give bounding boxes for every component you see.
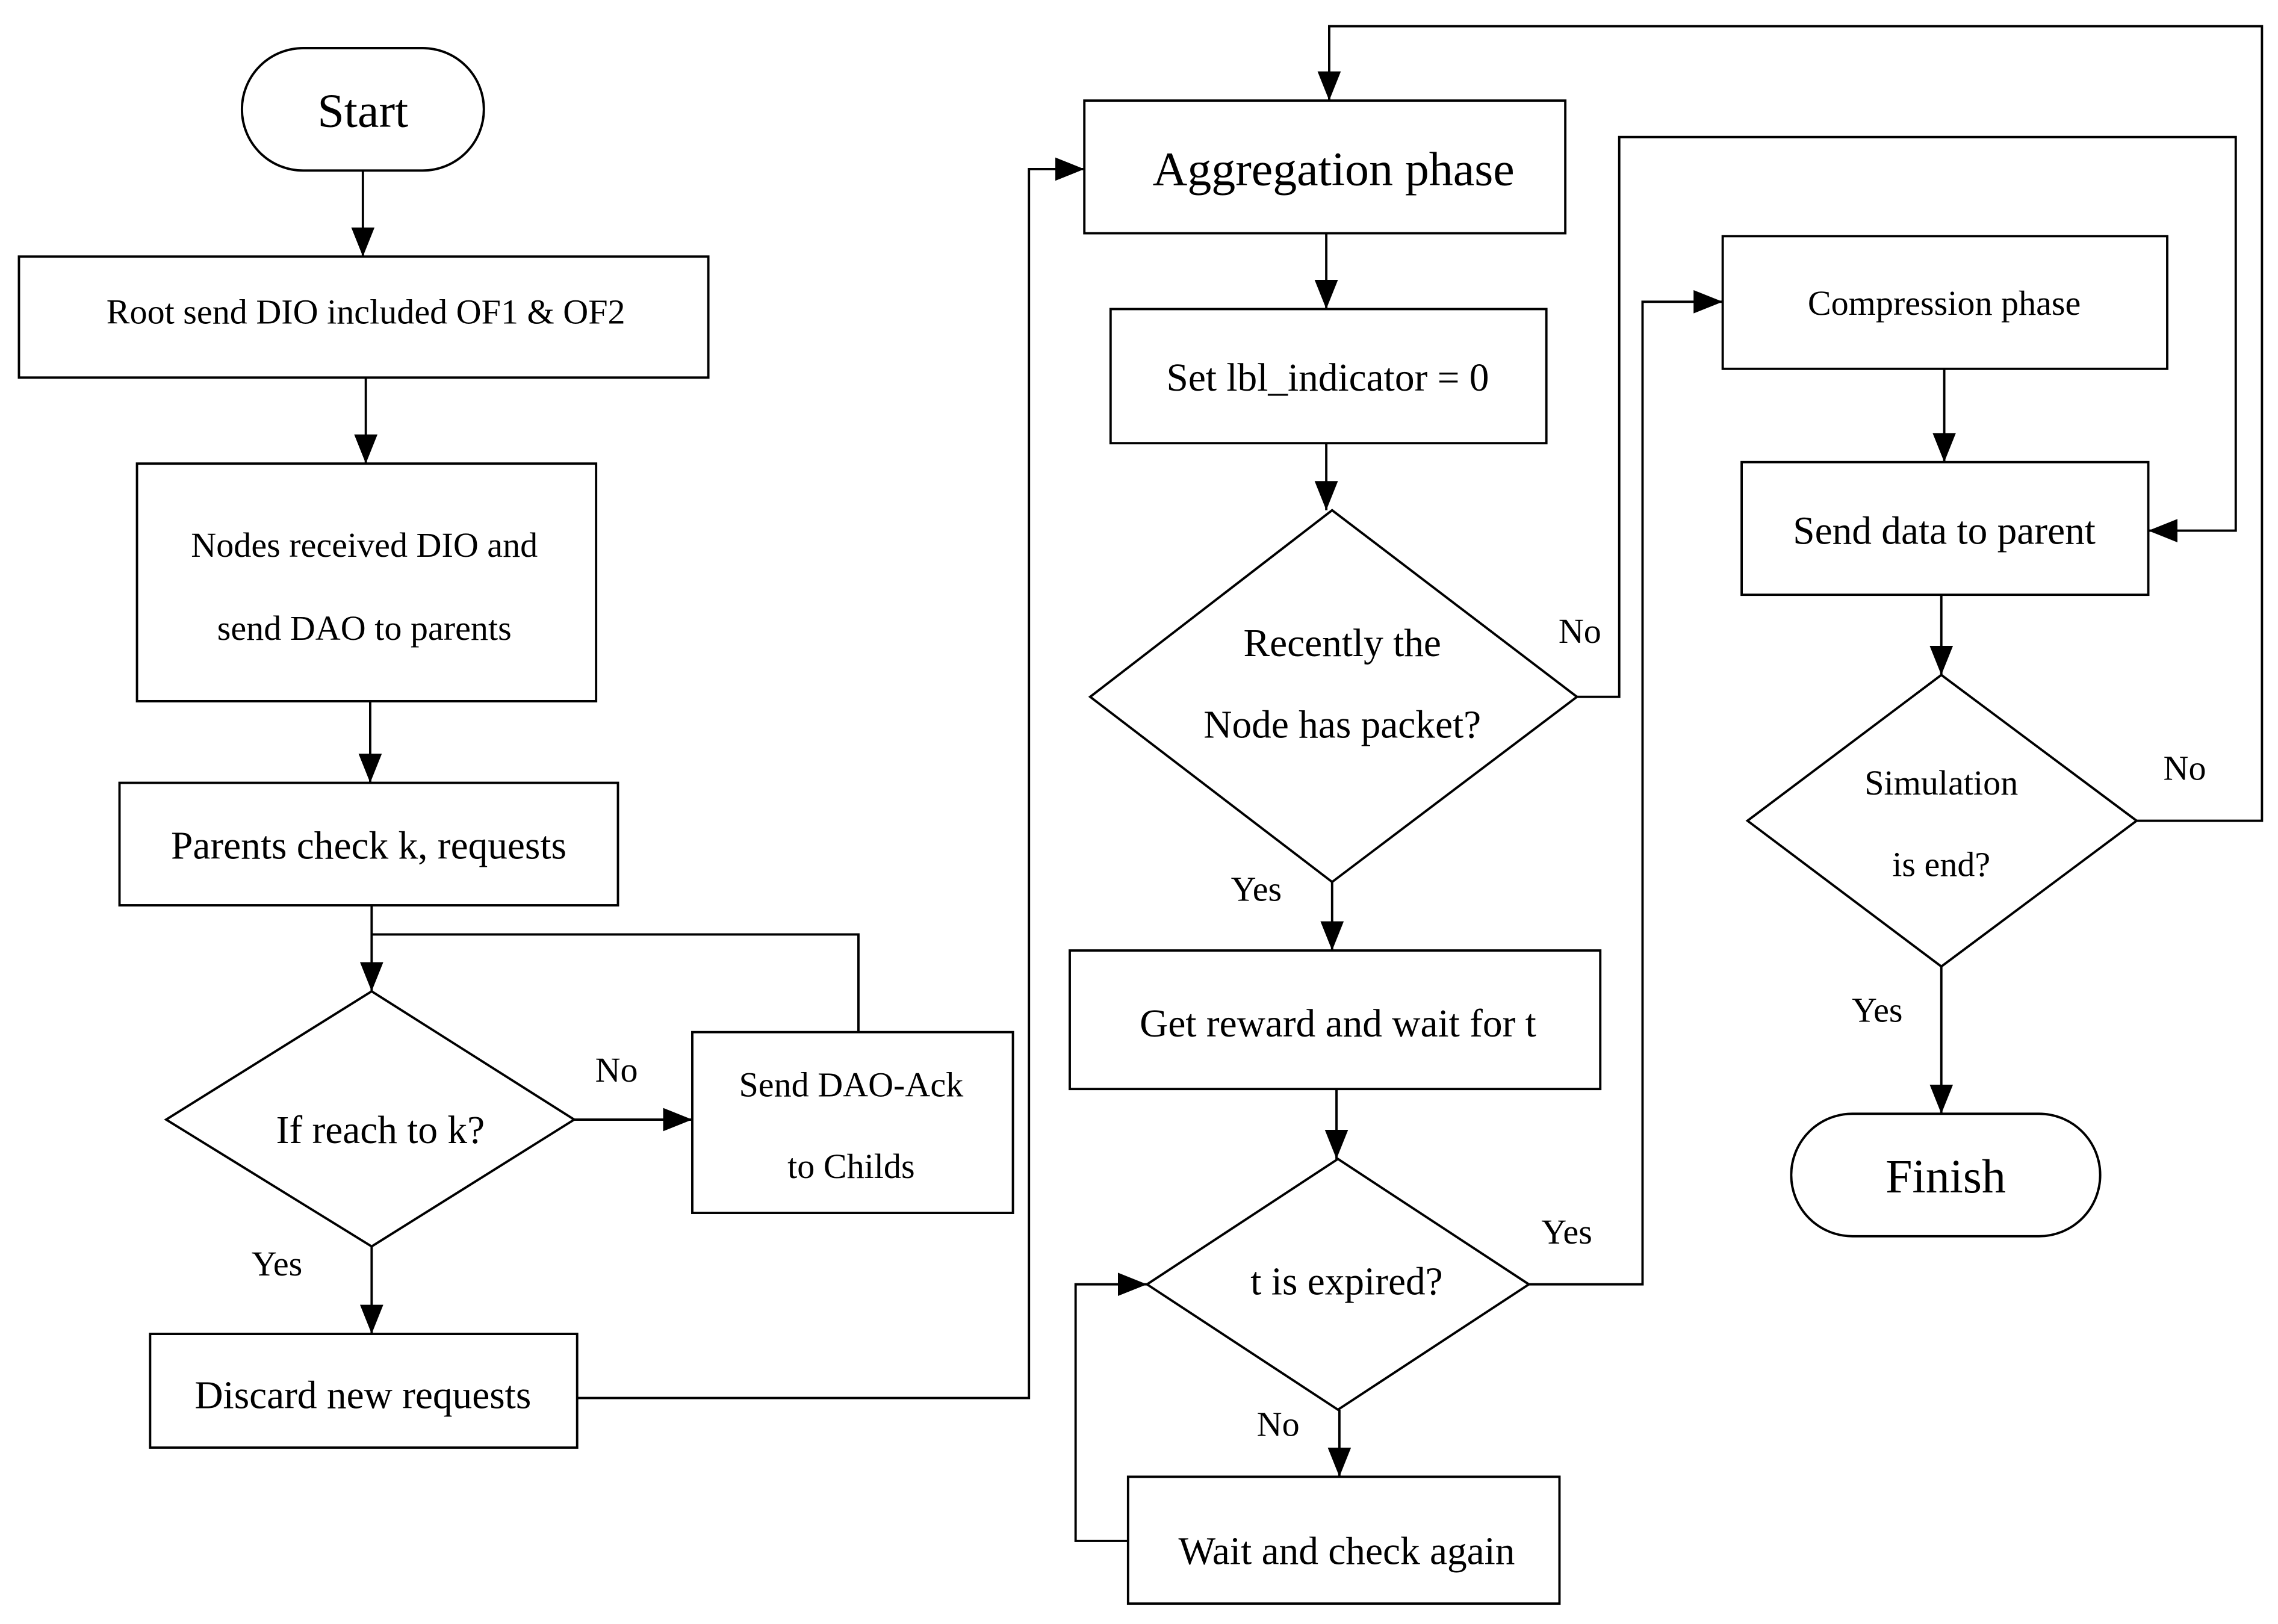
simulation-end-label-line2: is end? [1892,845,1990,884]
recently-node-shape [1088,509,1579,884]
simulation-end-label-line1: Simulation [1864,763,2018,802]
nodes-received-shape [135,462,598,702]
arrow-recently-no-to-send-data [1577,135,2237,698]
finish-terminal: Finish [1790,1112,2102,1238]
aggregation-phase-label: Aggregation phase [1153,143,1515,196]
compression-phase-box: Compression phase [1721,235,2168,370]
compression-phase-label: Compression phase [1808,284,2081,323]
start-terminal: Start [240,46,485,172]
edge-label-reach-k-no: No [595,1050,638,1089]
send-dao-ack-label-line2: to Childs [787,1147,914,1186]
send-dao-ack-box: Send DAO-Ack to Childs [691,1030,1014,1214]
loop-dao-ack-to-decision [371,933,860,1032]
root-send-dio-label: Root send DIO included OF1 & OF2 [107,293,625,332]
edge-label-expired-yes: Yes [1541,1212,1592,1251]
start-label: Start [317,85,408,138]
recently-node-label-line2: Node has packet? [1203,703,1481,746]
finish-label: Finish [1885,1150,2006,1203]
discard-requests-box: Discard new requests [149,1333,579,1449]
simulation-end-shape [1745,673,2139,969]
nodes-received-label-line2: send DAO to parents [217,609,512,648]
send-dao-ack-label-line1: Send DAO-Ack [739,1065,964,1104]
t-expired-decision: t is expired? [1144,1158,1532,1412]
send-dao-ack-shape [691,1030,1014,1214]
edge-label-expired-no: No [1257,1405,1300,1444]
set-lbl-indicator-box: Set lbl_indicator = 0 [1109,308,1548,445]
if-reach-k-label: If reach to k? [276,1109,485,1152]
t-expired-label: t is expired? [1250,1260,1442,1304]
edge-label-simulation-yes: Yes [1852,991,1903,1030]
edge-label-reach-k-yes: Yes [252,1244,303,1283]
nodes-received-label-line1: Nodes received DIO and [191,525,538,565]
wait-check-again-label: Wait and check again [1178,1530,1515,1573]
parents-check-label: Parents check k, requests [171,824,566,867]
get-reward-box: Get reward and wait for t [1069,949,1602,1091]
recently-node-decision: Recently the Node has packet? [1088,509,1579,884]
send-data-parent-label: Send data to parent [1793,509,2096,553]
recently-node-label-line1: Recently the [1244,622,1441,665]
discard-requests-label: Discard new requests [194,1374,531,1418]
edge-label-simulation-no: No [2164,749,2206,788]
edge-label-recently-yes: Yes [1231,870,1282,909]
simulation-end-decision: Simulation is end? [1745,673,2139,969]
send-data-parent-box: Send data to parent [1740,460,2150,597]
edge-label-recently-no: No [1559,612,1601,651]
set-lbl-indicator-label: Set lbl_indicator = 0 [1167,356,1489,400]
root-send-dio-box: Root send DIO included OF1 & OF2 [17,255,710,379]
get-reward-label: Get reward and wait for t [1140,1002,1536,1046]
nodes-received-box: Nodes received DIO and send DAO to paren… [135,462,598,702]
if-reach-k-decision: If reach to k? [164,990,577,1248]
arrow-expired-yes-to-compression [1528,290,1723,1286]
aggregation-phase-box: Aggregation phase [1083,99,1567,235]
parents-check-box: Parents check k, requests [118,781,619,907]
flowchart: Start Root send DIO included OF1 & OF2 N… [17,25,2264,1605]
wait-check-again-box: Wait and check again [1126,1475,1561,1605]
